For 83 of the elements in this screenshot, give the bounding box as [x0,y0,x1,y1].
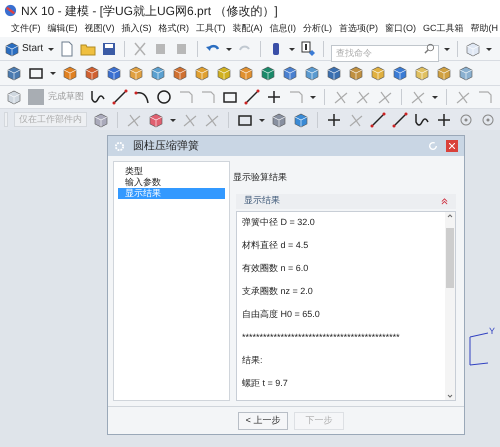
menu-item[interactable]: 文件(F) [11,22,40,36]
cube-icon[interactable] [414,65,430,81]
info-icon[interactable] [300,40,316,56]
menu-item[interactable]: 视图(V) [84,22,114,36]
close-button[interactable] [446,140,458,152]
cube-icon[interactable] [238,65,254,81]
cube-icon[interactable] [4,40,20,56]
result-line: 结果: [242,354,264,366]
scrollbar-thumb[interactable] [446,228,454,288]
back-button[interactable]: < 上一步 [238,412,288,430]
scroll-up-icon[interactable] [447,212,453,220]
curve-icon[interactable] [414,112,430,128]
result-line: 材料直径 d = 4.5 [242,238,310,252]
cube-icon[interactable] [326,65,342,81]
cube-icon[interactable] [106,65,122,81]
cube-icon[interactable] [370,65,386,81]
curve-icon[interactable] [90,89,106,105]
cube-icon[interactable] [271,112,287,128]
dialog-title: 圆柱压缩弹簧 [133,138,200,154]
scrollbar[interactable] [445,212,455,400]
result-line: 支承圈数 nz = 2.0 [242,284,314,298]
cube-icon[interactable] [392,65,408,81]
cube-icon[interactable] [84,65,100,81]
gear-icon [114,140,125,152]
menu-item[interactable]: 窗口(O) [385,22,416,36]
point-icon[interactable] [436,112,452,128]
scroll-down-icon[interactable] [447,392,453,400]
result-line: 有效圈数 n = 6.0 [242,262,310,274]
menu-item[interactable]: 格式(R) [158,22,189,36]
point-icon[interactable] [326,112,342,128]
result-line: 自由高度 H0 = 65.0 [242,308,321,320]
cube-icon[interactable] [148,112,164,128]
start-button[interactable]: Start [4,40,44,56]
menu-item[interactable]: 工具(T) [196,22,226,36]
close-icon[interactable] [449,143,455,149]
point-icon[interactable] [266,89,282,105]
cube-icon[interactable] [260,65,276,81]
cube-icon[interactable] [293,112,309,128]
circle-icon[interactable] [156,89,172,105]
menu-item[interactable]: 装配(A) [232,22,262,36]
step-item[interactable]: 输入参数 [118,177,225,188]
axis-label: Y [489,325,496,338]
new-file-icon[interactable] [59,40,76,56]
cube-icon[interactable] [93,112,109,128]
save-icon[interactable] [101,40,118,56]
group-header[interactable]: 显示结果 [236,194,456,208]
line-icon[interactable] [244,89,260,105]
result-line: 弹簧中径 D = 32.0 [242,216,316,228]
cube-icon[interactable] [282,65,298,81]
cube-icon[interactable] [458,65,474,81]
search-icon[interactable] [424,43,436,54]
cube-icon[interactable] [6,89,22,105]
result-line: 螺距 t = 9.7 [242,376,289,390]
result-heading: 显示验算结果 [233,171,288,184]
window-title: NX 10 - 建模 - [学UG就上UG网6.prt （修改的）] [21,2,278,20]
results-text-area[interactable]: 弹簧中径 D = 32.0 材料直径 d = 4.5 有效圈数 n = 6.0 支承圈数 nz = 2.0 自由高度 H0 = 65.0 ********************************************* 结果: 螺距 t = 9.7 [236,210,456,400]
cube-icon[interactable] [216,65,232,81]
menu-item[interactable]: 信息(I) [270,22,296,36]
command-search-field[interactable]: 查找命令 [331,44,440,62]
menu-item[interactable]: 帮助(H [470,22,498,36]
collapse-icon[interactable] [441,198,448,204]
cube-icon[interactable] [436,65,452,81]
menu-item[interactable]: 编辑(E) [48,22,78,36]
cube-icon[interactable] [194,65,210,81]
line-icon[interactable] [112,89,128,105]
menu-item[interactable]: GC工具箱 [423,22,464,36]
cube-icon[interactable] [150,65,166,81]
cube-icon[interactable] [128,65,144,81]
app-logo-icon [4,4,17,17]
cube-icon[interactable] [304,65,320,81]
line-icon[interactable] [370,112,386,128]
arc-icon[interactable] [134,89,150,105]
cube-icon[interactable] [6,65,22,81]
step-item[interactable]: 类型 [118,166,225,177]
result-line: ********************************************* [242,330,401,344]
cube-icon[interactable] [172,65,188,81]
line-icon[interactable] [392,112,408,128]
menu-item[interactable]: 插入(S) [122,22,152,36]
cube-icon[interactable] [62,65,78,81]
cube-icon[interactable] [465,40,482,56]
cube-icon[interactable] [348,65,364,81]
menu-item[interactable]: 首选项(P) [339,22,378,36]
menu-item[interactable]: 分析(L) [303,22,332,36]
